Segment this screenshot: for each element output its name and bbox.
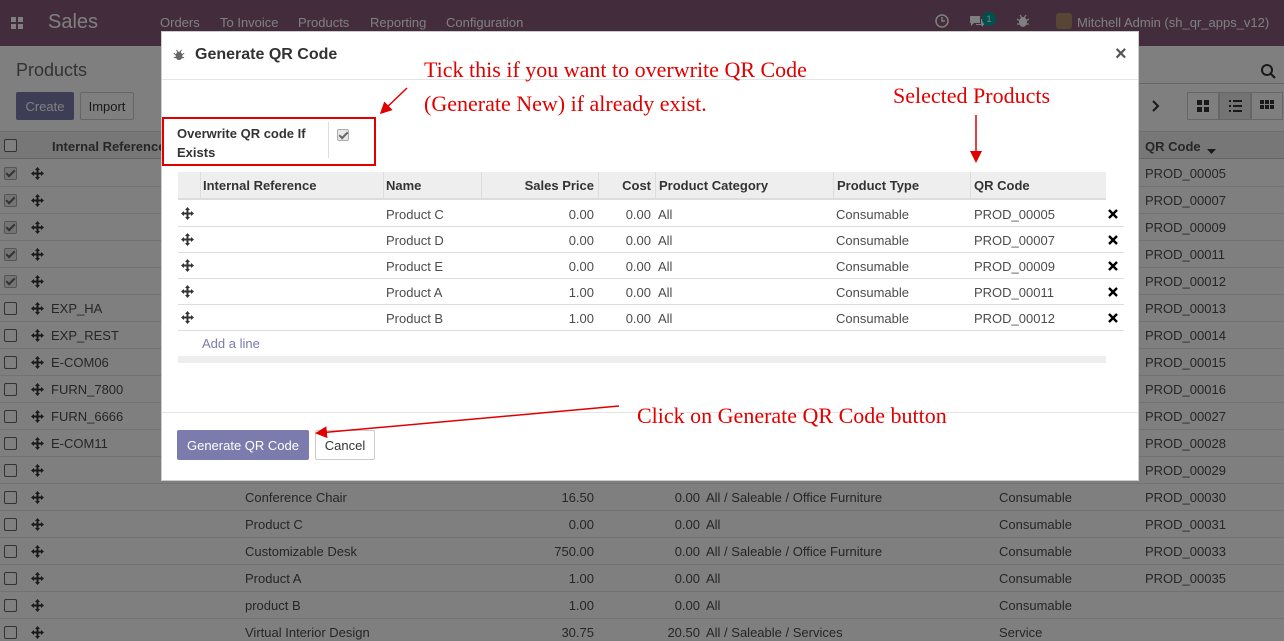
line-row[interactable]: Product B 1.00 0.00 All Consumable PROD_00012 xyxy=(178,305,1124,331)
line-name: Product A xyxy=(386,285,443,300)
lines-table-header: Internal Reference Name Sales Price Cost… xyxy=(178,172,1106,200)
delete-line-icon[interactable] xyxy=(1108,207,1118,222)
header-sales-price[interactable]: Sales Price xyxy=(498,178,594,193)
line-row[interactable]: Product E 0.00 0.00 All Consumable PROD_00009 xyxy=(178,253,1124,279)
line-product-category: All xyxy=(658,285,673,300)
line-qr-code: PROD_00007 xyxy=(974,233,1055,248)
annotation-tick-line2: (Generate New) if already exist. xyxy=(424,91,707,116)
add-line-link[interactable]: Add a line xyxy=(202,336,260,351)
line-qr-code: PROD_00012 xyxy=(974,311,1055,326)
line-qr-code: PROD_00011 xyxy=(974,285,1054,300)
line-product-type: Consumable xyxy=(836,285,909,300)
line-sales-price: 0.00 xyxy=(568,233,594,248)
drag-handle-icon[interactable] xyxy=(181,311,194,324)
header-cost[interactable]: Cost xyxy=(608,178,651,193)
line-row[interactable]: Product D 0.00 0.00 All Consumable PROD_00007 xyxy=(178,227,1124,253)
overwrite-label: Overwrite QR code If Exists xyxy=(177,126,306,160)
line-name: Product B xyxy=(386,311,444,326)
line-product-category: All xyxy=(658,259,673,274)
header-product-category[interactable]: Product Category xyxy=(659,178,768,193)
line-product-type: Consumable xyxy=(836,259,909,274)
line-product-category: All xyxy=(658,311,673,326)
line-name: Product C xyxy=(386,207,444,222)
line-product-type: Consumable xyxy=(836,233,909,248)
line-qr-code: PROD_00005 xyxy=(974,207,1055,222)
generate-qr-code-button[interactable]: Generate QR Code xyxy=(177,430,309,460)
annotation-tick-line1: Tick this if you want to overwrite QR Co… xyxy=(424,57,807,82)
lines-table-footer xyxy=(178,356,1106,363)
drag-handle-icon[interactable] xyxy=(181,259,194,272)
line-qr-code: PROD_00009 xyxy=(974,259,1055,274)
annotation-selected-products: Selected Products xyxy=(893,83,1051,108)
line-product-type: Consumable xyxy=(836,207,909,222)
line-sales-price: 1.00 xyxy=(568,311,594,326)
header-product-type[interactable]: Product Type xyxy=(837,178,919,193)
line-name: Product E xyxy=(386,259,444,274)
line-cost: 0.00 xyxy=(625,259,651,274)
dialog-title: Generate QR Code xyxy=(195,46,338,63)
drag-handle-icon[interactable] xyxy=(181,285,194,298)
delete-line-icon[interactable] xyxy=(1108,233,1118,248)
line-cost: 0.00 xyxy=(625,311,651,326)
close-icon[interactable]: × xyxy=(1115,43,1127,66)
line-product-type: Consumable xyxy=(836,311,909,326)
overwrite-checkbox[interactable] xyxy=(337,129,349,141)
header-qr-code[interactable]: QR Code xyxy=(974,178,1030,193)
debug-bug-icon[interactable] xyxy=(173,49,185,64)
line-sales-price: 1.00 xyxy=(568,285,594,300)
line-cost: 0.00 xyxy=(625,207,651,222)
drag-handle-icon[interactable] xyxy=(181,233,194,246)
delete-line-icon[interactable] xyxy=(1108,285,1118,300)
delete-line-icon[interactable] xyxy=(1108,311,1118,326)
line-row[interactable]: Product C 0.00 0.00 All Consumable PROD_00005 xyxy=(178,201,1124,227)
line-cost: 0.00 xyxy=(625,233,651,248)
line-row[interactable]: Product A 1.00 0.00 All Consumable PROD_00011 xyxy=(178,279,1124,305)
header-name[interactable]: Name xyxy=(386,178,421,193)
line-product-category: All xyxy=(658,233,673,248)
line-product-category: All xyxy=(658,207,673,222)
overwrite-separator xyxy=(328,122,329,158)
line-sales-price: 0.00 xyxy=(568,207,594,222)
delete-line-icon[interactable] xyxy=(1108,259,1118,274)
drag-handle-icon[interactable] xyxy=(181,207,194,220)
line-name: Product D xyxy=(386,233,444,248)
line-cost: 0.00 xyxy=(625,285,651,300)
line-sales-price: 0.00 xyxy=(568,259,594,274)
cancel-button[interactable]: Cancel xyxy=(315,430,375,460)
annotation-click-generate: Click on Generate QR Code button xyxy=(637,403,947,428)
header-internal-reference[interactable]: Internal Reference xyxy=(203,178,316,193)
